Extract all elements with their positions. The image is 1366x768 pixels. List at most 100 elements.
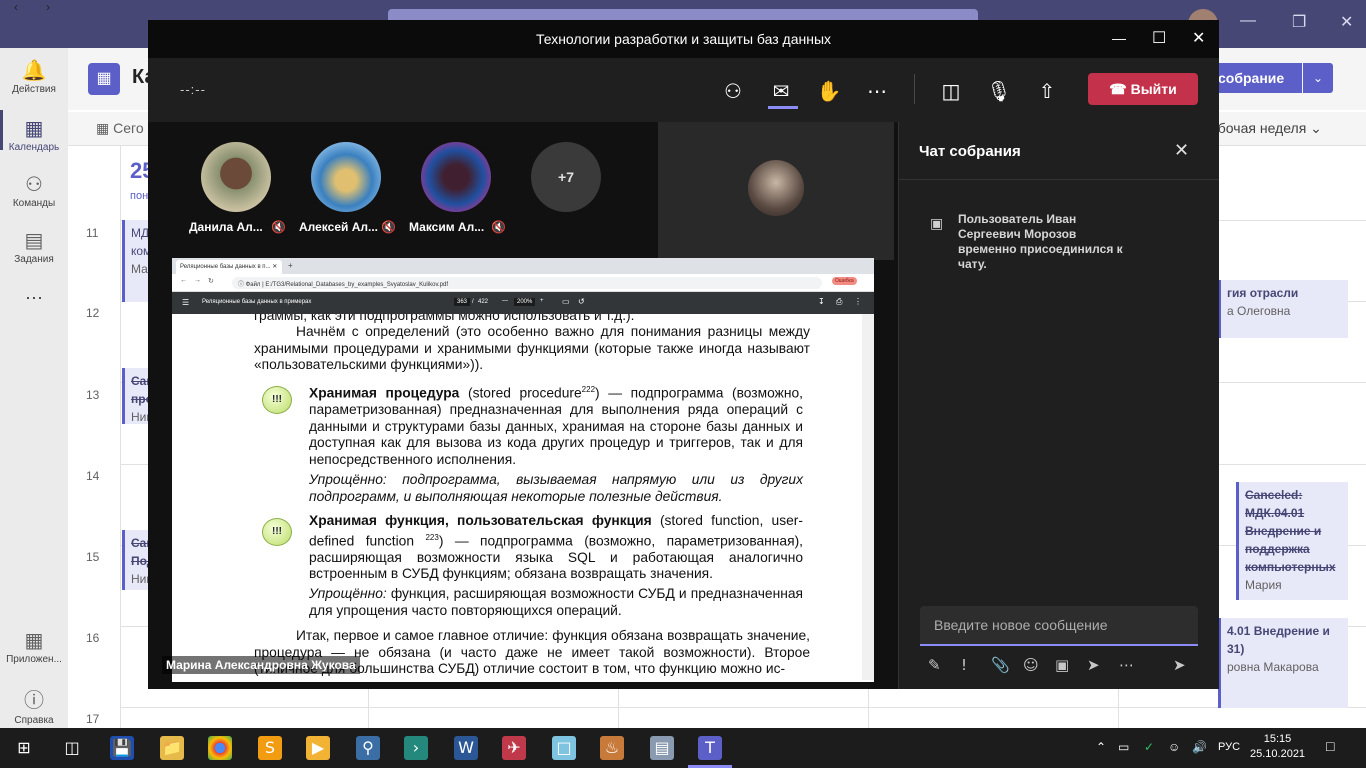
calendar-event[interactable]: 4.01 Внедрение и 31) ровна Макарова	[1218, 618, 1348, 708]
zoom-level[interactable]: 200%	[514, 298, 536, 306]
app-icon[interactable]: □	[552, 736, 576, 760]
browser-tab[interactable]: Реляционные базы данных в п... ✕	[176, 260, 282, 274]
rail-activity[interactable]: 🔔 Действия	[0, 58, 68, 95]
security-icon[interactable]: ✓	[1144, 740, 1154, 754]
day-name: пон	[130, 190, 149, 202]
important-icon[interactable]: !	[961, 656, 967, 674]
leave-button[interactable]: ☎ Выйти	[1088, 73, 1198, 105]
rail-label: Приложен...	[6, 654, 62, 665]
chevron-down-icon[interactable]: ⌄	[1303, 63, 1333, 93]
app-icon[interactable]: ✈	[502, 736, 526, 760]
shared-screen: Реляционные базы данных в п... ✕ + ← → ↻…	[172, 258, 874, 682]
pdf-line: граммы, как эти подпрограммы можно испол…	[254, 314, 635, 323]
simplified-lead: Упрощённо:	[309, 586, 387, 601]
footnote-ref: 222	[581, 385, 596, 394]
save-app-icon[interactable]: 💾	[110, 736, 134, 760]
chrome-icon[interactable]	[208, 736, 232, 760]
participants-icon[interactable]: ⚇	[718, 76, 748, 106]
maximize-icon[interactable]: ☐	[1152, 28, 1166, 48]
hour-label: 12	[86, 306, 100, 320]
send-icon[interactable]: ➤	[1173, 656, 1186, 674]
back-icon[interactable]: ←	[180, 277, 187, 284]
print-icon[interactable]: ⎙	[836, 297, 842, 307]
zoom-in-icon[interactable]: +	[540, 298, 544, 304]
battery-icon[interactable]: ▭	[1118, 740, 1129, 754]
rotate-icon[interactable]: ↺	[578, 297, 585, 306]
minimize-icon[interactable]: —	[1112, 30, 1126, 46]
calendar-event[interactable]: Canc Под Ник	[122, 530, 148, 590]
rail-apps[interactable]: ▦ Приложен...	[0, 628, 68, 665]
explorer-icon[interactable]: 📁	[160, 736, 184, 760]
app-icon[interactable]: ▤	[650, 736, 674, 760]
calendar-event[interactable]: Canceled: МДК.04.01 Внедрение и поддержк…	[1236, 482, 1348, 600]
wifi-icon[interactable]: ☺	[1168, 740, 1180, 754]
forward-icon[interactable]: ›	[46, 0, 50, 14]
emoji-icon[interactable]: ☺	[1023, 656, 1039, 674]
phone-icon: ☎	[1109, 81, 1127, 97]
back-icon[interactable]: ‹	[14, 0, 18, 14]
rail-label: Команды	[12, 198, 56, 209]
minimize-icon[interactable]: —	[1240, 12, 1256, 30]
calendar-event[interactable]: МДК ком Мар	[122, 220, 148, 302]
forward-icon[interactable]: →	[194, 277, 201, 284]
chevron-up-icon[interactable]: ⌃	[1096, 740, 1106, 754]
hour-divider	[120, 707, 1366, 708]
attach-icon[interactable]: 📎	[991, 656, 1010, 674]
format-icon[interactable]: ✎	[928, 656, 941, 674]
camera-off-icon[interactable]: ◫	[936, 76, 966, 106]
meeting-timer: --:--	[180, 82, 206, 97]
restore-icon[interactable]: ❐	[1292, 12, 1306, 32]
close-icon[interactable]: ✕	[1192, 28, 1205, 48]
error-badge[interactable]: Ошибка	[832, 277, 857, 285]
teams-icon[interactable]: T	[698, 736, 722, 760]
chat-icon[interactable]: ✉	[766, 76, 796, 106]
today-button[interactable]: ▦ Сего	[96, 120, 144, 137]
mic-off-icon[interactable]: 🎙	[984, 76, 1014, 106]
close-icon[interactable]: ✕	[1340, 12, 1353, 32]
rail-calendar[interactable]: ▦ Календарь	[0, 116, 68, 153]
language-indicator[interactable]: РУС	[1218, 741, 1240, 753]
paint-icon[interactable]: ♨	[600, 736, 624, 760]
rail-teams[interactable]: ⚇ Команды	[0, 172, 68, 209]
pdf-scrollbar[interactable]	[862, 314, 874, 680]
rail-assignments[interactable]: ▤ Задания	[0, 228, 68, 265]
taskbar	[0, 728, 1366, 768]
word-icon[interactable]: W	[454, 736, 478, 760]
start-icon[interactable]: ⊞	[12, 736, 36, 760]
day-divider	[120, 146, 121, 728]
term: Хранимая процедура	[309, 385, 460, 401]
task-view-icon[interactable]: ◫	[60, 736, 84, 760]
notifications-icon[interactable]: □	[1326, 738, 1334, 754]
more-actions-icon[interactable]: ⋯	[862, 76, 892, 106]
sticker-icon[interactable]: ▣	[1055, 656, 1069, 674]
rail-more[interactable]: ⋯	[0, 288, 68, 309]
terminal-icon[interactable]: ›	[404, 736, 428, 760]
close-icon[interactable]: ✕	[1174, 140, 1189, 161]
clock[interactable]: 15:15 25.10.2021	[1250, 732, 1305, 762]
forward-icon[interactable]: ➤	[1087, 656, 1100, 674]
calendar-event[interactable]: гия отрасли а Олеговна	[1218, 280, 1348, 338]
more-options-icon[interactable]: ⋯	[1119, 656, 1134, 674]
share-screen-icon[interactable]: ⇧	[1032, 76, 1062, 106]
rail-help[interactable]: ⓘ Справка	[0, 684, 68, 726]
media-player-icon[interactable]: ▶	[306, 736, 330, 760]
more-participants[interactable]: +7	[531, 142, 601, 212]
page-current[interactable]: 363	[454, 298, 471, 306]
message-input[interactable]: Введите новое сообщение	[920, 606, 1198, 646]
new-tab-icon[interactable]: +	[288, 261, 293, 270]
calendar-event[interactable]: Canc прог Ник	[122, 368, 148, 424]
search-app-icon[interactable]: ⚲	[356, 736, 380, 760]
pdf-paragraph: Начнём с определений (это особенно важно…	[254, 324, 810, 373]
reload-icon[interactable]: ↻	[208, 277, 214, 285]
raise-hand-icon[interactable]: ✋	[814, 76, 844, 106]
zoom-out-icon[interactable]: —	[502, 298, 508, 304]
view-selector[interactable]: абочая неделя ⌄	[1210, 120, 1322, 137]
more-icon[interactable]: ⋮	[854, 297, 862, 306]
menu-icon[interactable]: ☰	[182, 298, 189, 307]
download-icon[interactable]: ↧	[818, 297, 825, 306]
url-field[interactable]: ⓘ Файл | E:/TG3/Relational_Databases_by_…	[232, 277, 822, 289]
fit-page-icon[interactable]: ▭	[562, 297, 570, 306]
volume-icon[interactable]: 🔊	[1192, 740, 1207, 754]
sublime-icon[interactable]: S	[258, 736, 282, 760]
app-rail: 🔔 Действия ▦ Календарь ⚇ Команды ▤ Задания ⋯…	[0, 48, 68, 728]
